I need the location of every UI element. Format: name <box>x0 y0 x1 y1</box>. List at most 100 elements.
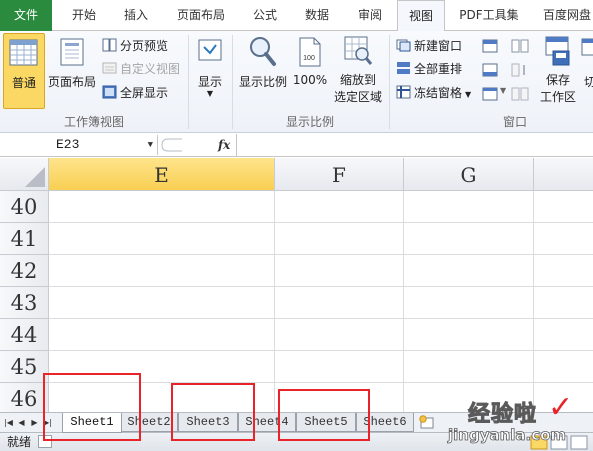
column-header-g[interactable]: G <box>404 158 534 191</box>
tab-insert[interactable]: 插入 <box>110 0 162 31</box>
grid-cell[interactable] <box>275 351 404 383</box>
tab-home[interactable]: 开始 <box>58 0 110 31</box>
zoom-100-label: 100% <box>292 73 328 87</box>
sheet-tab-sheet3[interactable]: Sheet3 <box>178 413 238 432</box>
hide-window-icon[interactable] <box>482 63 498 77</box>
new-window-button[interactable]: 新建窗口 <box>396 36 462 56</box>
first-sheet-icon[interactable]: |◀ <box>3 415 14 430</box>
grid-cell[interactable] <box>404 383 534 412</box>
sheet-tab-sheet1[interactable]: Sheet1 <box>62 413 122 433</box>
select-all-corner[interactable] <box>0 158 49 191</box>
grid-cell[interactable] <box>49 223 275 255</box>
zoom-group-label: 显示比例 <box>285 115 334 129</box>
grid-cell[interactable] <box>534 319 593 351</box>
last-sheet-icon[interactable]: ▶| <box>42 415 53 430</box>
row-header[interactable]: 42 <box>0 255 49 287</box>
grid-cell[interactable] <box>275 255 404 287</box>
split-icon[interactable] <box>482 39 498 53</box>
show-dropdown-button[interactable]: 显示 ▼ <box>192 33 228 109</box>
reset-window-position-icon[interactable] <box>511 87 529 101</box>
grid-cell[interactable] <box>49 319 275 351</box>
normal-view-icon <box>9 39 38 66</box>
zoom-100-icon: 100 <box>299 37 321 67</box>
grid-cell[interactable] <box>275 191 404 223</box>
status-bar: 就绪 <box>0 432 593 451</box>
grid-cell[interactable] <box>49 191 275 223</box>
custom-views-button[interactable]: 自定义视图 <box>102 59 180 79</box>
grid-cell[interactable] <box>404 255 534 287</box>
view-side-by-side-icon[interactable] <box>511 39 529 53</box>
new-window-label: 新建窗口 <box>414 39 463 53</box>
group-separator <box>188 35 189 129</box>
next-sheet-icon[interactable]: ▶ <box>29 415 40 430</box>
grid-cell[interactable] <box>534 351 593 383</box>
chevron-down-icon: ▼ <box>465 90 472 99</box>
grid-cell[interactable] <box>534 223 593 255</box>
tab-baidu-netdisk[interactable]: 百度网盘 <box>532 0 593 31</box>
switch-windows-button[interactable]: 切 <box>580 33 593 109</box>
row-header[interactable]: 43 <box>0 287 49 319</box>
unhide-window-icon[interactable] <box>482 87 498 101</box>
insert-worksheet-icon[interactable] <box>418 415 436 430</box>
row-header[interactable]: 44 <box>0 319 49 351</box>
column-header-e[interactable]: E <box>49 158 275 191</box>
grid-cell[interactable] <box>534 255 593 287</box>
grid-cell[interactable] <box>404 191 534 223</box>
tab-page-layout[interactable]: 页面布局 <box>166 0 236 31</box>
previous-sheet-icon[interactable]: ◀ <box>16 415 27 430</box>
zoom-100-button[interactable]: 100 100% <box>290 33 330 109</box>
tab-review[interactable]: 审阅 <box>345 0 395 31</box>
row-header[interactable]: 40 <box>0 191 49 223</box>
save-workspace-button[interactable]: 保存 工作区 <box>538 33 578 109</box>
page-layout-view-button[interactable]: 页面布局 <box>46 33 98 109</box>
grid-cell[interactable] <box>404 351 534 383</box>
grid-cell[interactable] <box>404 287 534 319</box>
grid-cell[interactable] <box>275 383 404 412</box>
synchronous-scrolling-icon[interactable] <box>511 63 529 77</box>
grid-cell[interactable] <box>534 191 593 223</box>
grid-cell[interactable] <box>404 319 534 351</box>
sheet-tab-sheet6[interactable]: Sheet6 <box>356 413 414 432</box>
zoom-button[interactable]: 显示比例 <box>236 33 290 109</box>
arrange-all-button[interactable]: 全部重排 <box>396 59 462 79</box>
name-box[interactable]: E23 ▼ <box>0 135 158 155</box>
sheet-tab-sheet4[interactable]: Sheet4 <box>238 413 296 432</box>
full-screen-button[interactable]: 全屏显示 <box>102 83 168 103</box>
insert-function-button[interactable]: fx <box>218 135 230 155</box>
grid-cell[interactable] <box>534 383 593 412</box>
grid-cell[interactable] <box>404 223 534 255</box>
row-header[interactable]: 45 <box>0 351 49 383</box>
tab-pdf-tools[interactable]: PDF工具集 <box>450 0 528 31</box>
grid-cell[interactable] <box>534 287 593 319</box>
tab-formulas[interactable]: 公式 <box>240 0 290 31</box>
chevron-down-icon[interactable]: ▼ <box>148 135 153 155</box>
tab-data[interactable]: 数据 <box>292 0 342 31</box>
column-header-next[interactable] <box>534 158 593 191</box>
row-header[interactable]: 46 <box>0 383 49 412</box>
formula-bar-expand-icon[interactable] <box>160 137 184 153</box>
grid-cell[interactable] <box>275 319 404 351</box>
column-header-f[interactable]: F <box>275 158 404 191</box>
freeze-panes-button[interactable]: 冻结窗格 ▼ <box>396 83 471 103</box>
grid-cell[interactable] <box>49 287 275 319</box>
zoom-to-selection-label-2: 选定区域 <box>333 90 382 104</box>
grid-cell[interactable] <box>49 255 275 287</box>
grid-cell[interactable] <box>275 287 404 319</box>
workbook-views-group-label: 工作簿视图 <box>63 115 124 129</box>
tab-view[interactable]: 视图 <box>397 0 445 32</box>
macro-recording-icon[interactable] <box>38 435 52 448</box>
page-break-preview-icon <box>102 38 117 52</box>
normal-view-button[interactable]: 普通 <box>3 33 45 109</box>
grid-cell[interactable] <box>49 351 275 383</box>
zoom-to-selection-button[interactable]: 缩放到 选定区域 <box>332 33 384 109</box>
view-shortcut-icons[interactable] <box>530 435 588 450</box>
tab-file[interactable]: 文件 <box>0 0 52 31</box>
grid-cell[interactable] <box>49 383 275 412</box>
row-header[interactable]: 41 <box>0 223 49 255</box>
formula-input[interactable] <box>240 135 590 155</box>
menu-bar: 文件 开始 插入 页面布局 公式 数据 审阅 视图 PDF工具集 百度网盘 <box>0 0 593 32</box>
page-break-preview-button[interactable]: 分页预览 <box>102 36 168 56</box>
sheet-tab-sheet2[interactable]: Sheet2 <box>120 413 178 432</box>
sheet-tab-sheet5[interactable]: Sheet5 <box>296 413 356 432</box>
grid-cell[interactable] <box>275 223 404 255</box>
